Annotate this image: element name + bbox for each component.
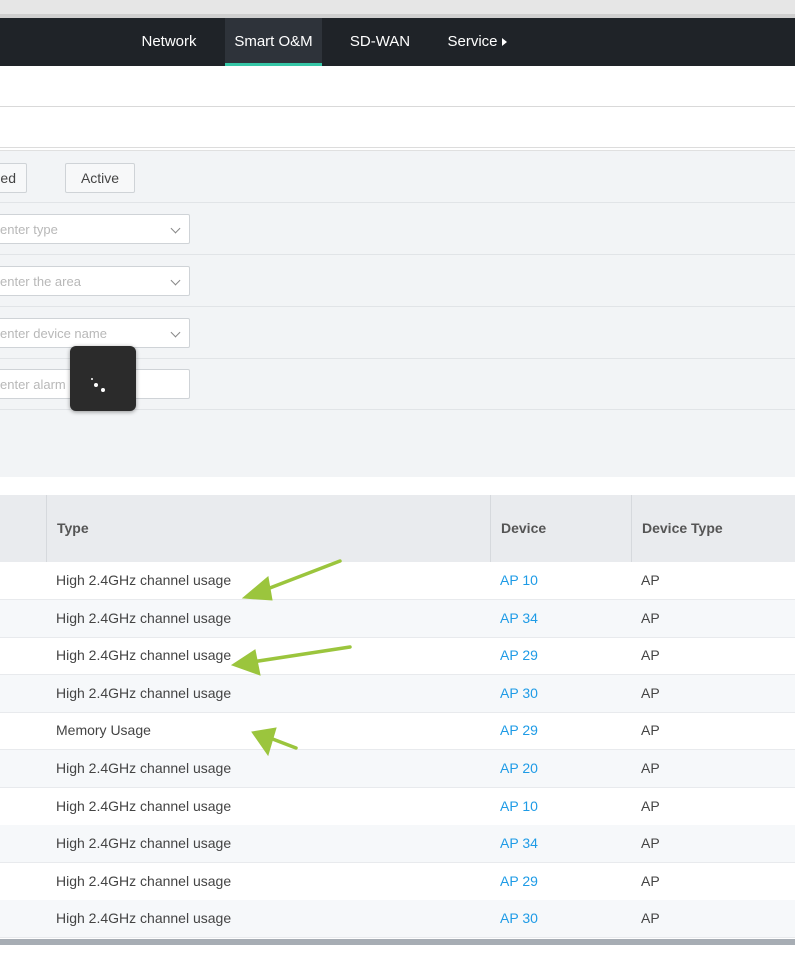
cell-type: High 2.4GHz channel usage bbox=[56, 872, 232, 889]
cell-device-link[interactable]: AP 29 bbox=[500, 637, 538, 674]
caret-right-icon bbox=[501, 38, 507, 47]
cell-device-type: AP bbox=[641, 872, 660, 889]
cell-device-link[interactable]: AP 34 bbox=[500, 600, 538, 637]
nav-item-label: Service bbox=[447, 33, 498, 50]
cell-device-type: AP bbox=[641, 684, 660, 701]
table-row[interactable]: High 2.4GHz channel usage AP 29 AP bbox=[0, 637, 795, 676]
cell-device-link[interactable]: AP 34 bbox=[500, 825, 538, 862]
nav-item-label: Network bbox=[141, 33, 197, 50]
filter-row-type: enter type bbox=[0, 203, 795, 255]
area-select-placeholder: enter the area bbox=[0, 274, 81, 289]
table-row[interactable]: High 2.4GHz channel usage AP 34 AP bbox=[0, 599, 795, 638]
cell-type: High 2.4GHz channel usage bbox=[56, 684, 232, 701]
nav-item-label: Smart O&M bbox=[234, 33, 313, 50]
cell-device-link[interactable]: AP 29 bbox=[500, 863, 538, 900]
table-row[interactable]: High 2.4GHz channel usage AP 10 AP bbox=[0, 562, 795, 600]
cell-device-type: AP bbox=[641, 609, 660, 626]
cell-type: High 2.4GHz channel usage bbox=[56, 647, 232, 664]
cell-type: Memory Usage bbox=[56, 722, 151, 739]
status-button-active[interactable]: Active bbox=[65, 163, 135, 193]
nav-item-smart-om[interactable]: Smart O&M bbox=[225, 18, 322, 66]
spinner-dot bbox=[94, 383, 98, 387]
alarm-input-placeholder: enter alarm i bbox=[0, 377, 73, 392]
cell-device-link[interactable]: AP 10 bbox=[500, 562, 538, 599]
browser-top-strip bbox=[0, 0, 795, 18]
column-header-device-type[interactable]: Device Type bbox=[631, 495, 795, 562]
cell-device-link[interactable]: AP 30 bbox=[500, 900, 538, 937]
type-select[interactable]: enter type bbox=[0, 214, 190, 244]
area-select[interactable]: enter the area bbox=[0, 266, 190, 296]
cell-device-link[interactable]: AP 20 bbox=[500, 750, 538, 787]
type-select-placeholder: enter type bbox=[0, 222, 58, 237]
cell-device-link[interactable]: AP 10 bbox=[500, 788, 538, 825]
chevron-down-icon bbox=[170, 275, 181, 286]
cell-device-link[interactable]: AP 30 bbox=[500, 675, 538, 712]
spinner-dot bbox=[101, 388, 105, 392]
cell-device-type: AP bbox=[641, 760, 660, 776]
cell-device-type: AP bbox=[641, 572, 660, 588]
cell-type: High 2.4GHz channel usage bbox=[56, 835, 232, 852]
nav-item-service[interactable]: Service bbox=[436, 18, 518, 66]
table-row[interactable]: Memory Usage AP 29 AP bbox=[0, 712, 795, 751]
cell-device-type: AP bbox=[641, 647, 660, 664]
table-row[interactable]: High 2.4GHz channel usage AP 30 AP bbox=[0, 674, 795, 713]
device-select[interactable]: enter device name bbox=[0, 318, 190, 348]
cell-type: High 2.4GHz channel usage bbox=[56, 760, 232, 776]
table-row[interactable]: High 2.4GHz channel usage AP 20 AP bbox=[0, 750, 795, 788]
cell-type: High 2.4GHz channel usage bbox=[56, 910, 232, 927]
cell-type: High 2.4GHz channel usage bbox=[56, 572, 232, 588]
alarm-table: Type Device Device Type High 2.4GHz chan… bbox=[0, 495, 795, 941]
cell-type: High 2.4GHz channel usage bbox=[56, 609, 232, 626]
cell-device-type: AP bbox=[641, 910, 660, 927]
cell-type: High 2.4GHz channel usage bbox=[56, 797, 232, 814]
chevron-down-icon bbox=[170, 327, 181, 338]
nav-item-network[interactable]: Network bbox=[130, 18, 208, 66]
filter-panel: ed Active enter type enter the area ente… bbox=[0, 150, 795, 477]
filter-row-area: enter the area bbox=[0, 255, 795, 307]
breadcrumb-bar bbox=[0, 66, 795, 107]
table-row[interactable]: High 2.4GHz channel usage AP 30 AP bbox=[0, 900, 795, 939]
spinner-dot bbox=[91, 378, 93, 380]
table-row[interactable]: High 2.4GHz channel usage AP 10 AP bbox=[0, 788, 795, 826]
loading-spinner bbox=[70, 346, 136, 411]
filter-row-status: ed Active bbox=[0, 151, 795, 203]
nav-item-label: SD-WAN bbox=[349, 33, 411, 50]
status-button-cleared[interactable]: ed bbox=[0, 163, 27, 193]
horizontal-scrollbar[interactable] bbox=[0, 939, 795, 945]
table-row[interactable]: High 2.4GHz channel usage AP 34 AP bbox=[0, 825, 795, 864]
top-navbar: Network Smart O&M SD-WAN Service bbox=[0, 18, 795, 66]
table-row[interactable]: High 2.4GHz channel usage AP 29 AP bbox=[0, 863, 795, 901]
cell-device-type: AP bbox=[641, 797, 660, 814]
nav-item-sd-wan[interactable]: SD-WAN bbox=[338, 18, 422, 66]
cell-device-type: AP bbox=[641, 835, 660, 852]
table-header: Type Device Device Type bbox=[0, 495, 795, 562]
column-header-device[interactable]: Device bbox=[490, 495, 631, 562]
cell-device-type: AP bbox=[641, 722, 660, 739]
column-header-type[interactable]: Type bbox=[46, 495, 490, 562]
chevron-down-icon bbox=[170, 223, 181, 234]
toolbar-bar bbox=[0, 107, 795, 148]
device-select-placeholder: enter device name bbox=[0, 326, 107, 341]
cell-device-link[interactable]: AP 29 bbox=[500, 712, 538, 749]
